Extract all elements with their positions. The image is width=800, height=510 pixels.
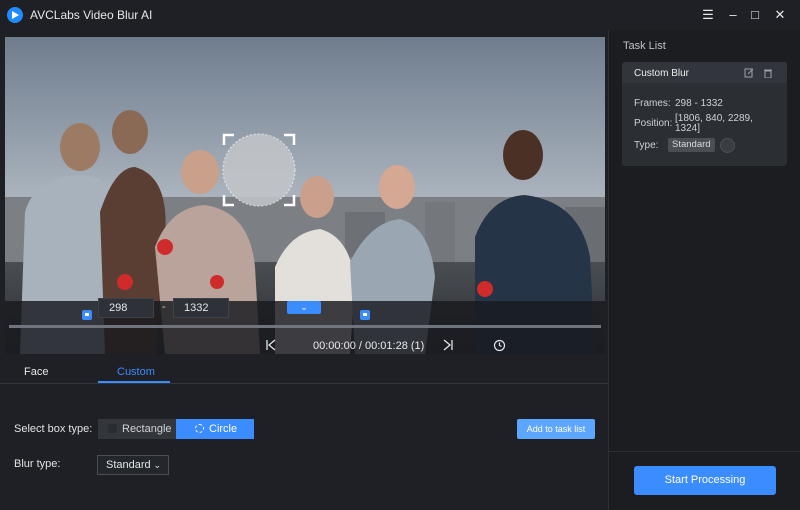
position-label: Position: <box>634 118 673 129</box>
position-value-line2: 1324] <box>675 123 701 134</box>
add-to-task-list-button[interactable]: Add to task list <box>517 419 595 439</box>
minimize-icon[interactable]: – <box>724 6 742 24</box>
timeline-track[interactable] <box>9 325 601 328</box>
app-title: AVCLabs Video Blur AI <box>30 8 153 22</box>
circle-option-label: Circle <box>209 423 238 435</box>
playback-timecode: 00:00:00 / 00:01:28 (1) <box>313 340 425 352</box>
task-card[interactable]: Custom Blur Frames: 298 - 1332 Position:… <box>622 62 787 166</box>
tab-face[interactable]: Face <box>24 366 48 378</box>
end-frame-input[interactable]: 1332 <box>173 298 229 318</box>
start-processing-button[interactable]: Start Processing <box>634 466 776 495</box>
collapse-panel-chevron-icon[interactable]: ⌄ <box>287 301 321 314</box>
delete-icon[interactable] <box>763 68 773 78</box>
blur-type-value: Standard <box>106 459 150 471</box>
video-preview[interactable]: ⌄ <box>5 37 605 354</box>
blur-type-select[interactable]: Standard ⌄ <box>97 455 169 475</box>
rectangle-option[interactable]: Rectangle <box>98 419 176 439</box>
maximize-icon[interactable]: □ <box>746 6 764 24</box>
timeline-start-marker[interactable] <box>82 310 92 320</box>
tab-custom[interactable]: Custom <box>117 366 155 378</box>
task-name: Custom Blur <box>634 68 690 79</box>
skip-to-end-icon[interactable] <box>442 339 454 354</box>
app-logo-icon <box>7 7 23 23</box>
mode-tabs: Face Custom <box>0 360 608 384</box>
frames-label: Frames: <box>634 98 671 109</box>
start-frame-input[interactable]: 298 <box>98 298 154 318</box>
edit-icon[interactable] <box>744 68 754 78</box>
circle-icon <box>195 424 204 433</box>
task-list-title: Task List <box>623 40 666 52</box>
title-bar: AVCLabs Video Blur AI ☰ – □ ✕ <box>0 0 800 30</box>
rectangle-icon <box>108 424 117 433</box>
task-card-header: Custom Blur <box>622 62 787 83</box>
type-label: Type: <box>634 140 659 151</box>
type-color-dot <box>720 138 735 153</box>
active-tab-indicator <box>98 381 170 383</box>
frame-range-separator: - <box>162 301 166 313</box>
rectangle-option-label: Rectangle <box>122 423 172 435</box>
close-icon[interactable]: ✕ <box>771 6 789 24</box>
box-type-label: Select box type: <box>14 423 93 435</box>
sidebar-divider <box>608 451 800 452</box>
circle-option[interactable]: Circle <box>176 419 254 439</box>
skip-to-start-icon[interactable] <box>265 339 277 354</box>
history-icon[interactable] <box>493 339 506 355</box>
menu-icon[interactable]: ☰ <box>699 6 717 24</box>
blur-type-label: Blur type: <box>14 458 61 470</box>
type-badge: Standard <box>668 138 715 152</box>
timeline-end-marker[interactable] <box>360 310 370 320</box>
chevron-down-icon: ⌄ <box>153 460 161 470</box>
frames-value: 298 - 1332 <box>675 98 723 109</box>
